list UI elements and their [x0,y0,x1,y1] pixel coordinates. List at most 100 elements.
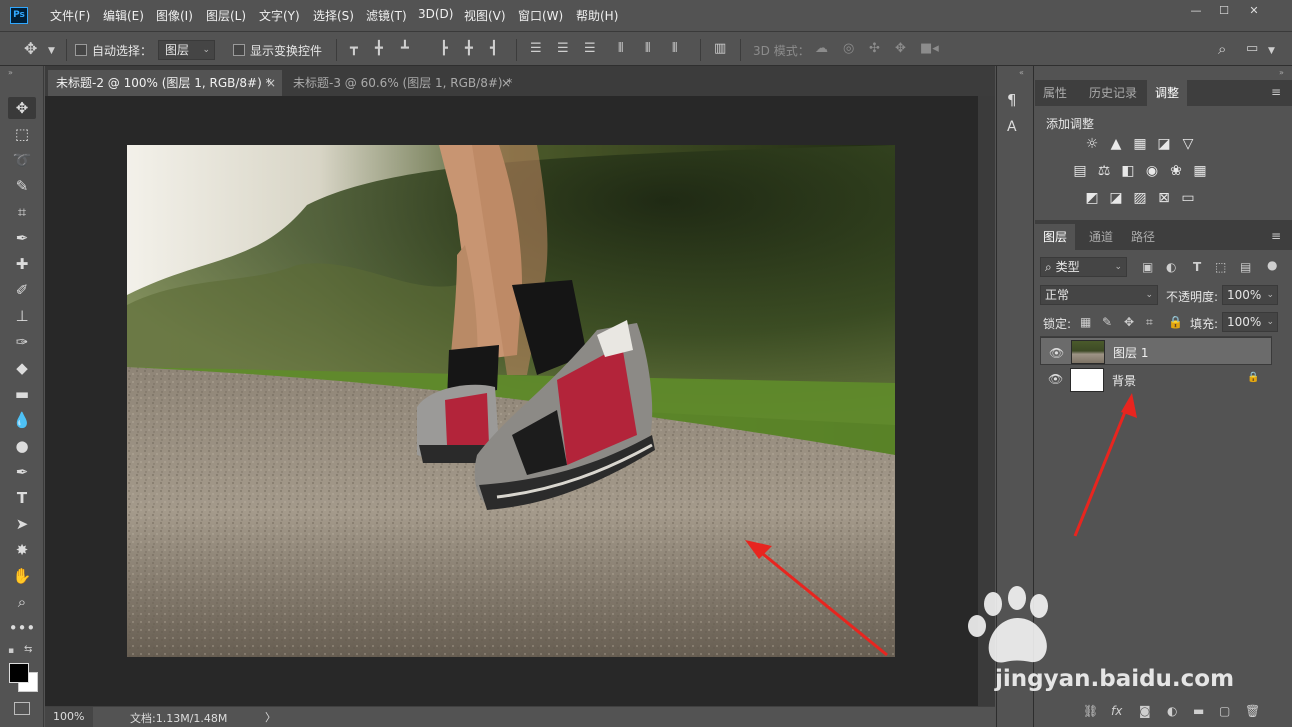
filter-pixel-icon[interactable]: ▣ [1142,260,1153,274]
healing-brush-tool-icon[interactable]: ✚ [8,253,36,275]
document-canvas[interactable] [127,145,895,657]
type-tool-icon[interactable]: T [8,487,36,509]
align-bottom-icon[interactable]: ┻ [401,41,409,57]
tab-layers[interactable]: 图层 [1035,224,1076,250]
layer-filter-kind[interactable]: ⌕ 类型 ⌄ [1040,257,1127,277]
blend-mode-select[interactable]: 正常 ⌄ [1040,285,1158,305]
layer-row-layer1[interactable]: 👁 图层 1 [1040,337,1272,365]
distribute-bottom-icon[interactable]: ☰ [584,41,596,57]
distribute-top-icon[interactable]: ☰ [530,41,542,57]
collapse-icon[interactable]: » [1279,68,1284,77]
distribute-hcenter-icon[interactable]: ⫴ [645,41,650,57]
tab-history[interactable]: 历史记录 [1081,80,1145,106]
close-icon[interactable]: × [501,70,511,96]
menu-layer[interactable]: 图层(L) [206,7,246,24]
delete-layer-icon[interactable]: 🗑 [1245,704,1260,718]
panel-menu-icon[interactable]: ≡ [1271,229,1281,243]
status-menu-arrow[interactable]: 〉 [265,709,276,725]
photo-filter-icon[interactable]: ◉ [1143,163,1161,179]
panel-menu-icon[interactable]: ≡ [1271,85,1281,99]
auto-align-icon[interactable]: ▥ [714,41,726,57]
threshold-icon[interactable]: ▨ [1131,190,1149,206]
crop-tool-icon[interactable]: ⌗ [8,201,36,223]
invert-icon[interactable]: ◩ [1083,190,1101,206]
hue-saturation-icon[interactable]: ▤ [1071,163,1089,179]
lock-all-icon[interactable]: 🔒 [1168,315,1183,329]
align-left-icon[interactable]: ┣ [440,41,448,57]
new-adjustment-icon[interactable]: ◐ [1167,704,1177,718]
3d-scale-icon[interactable]: ■◂ [920,41,939,57]
auto-select-checkbox[interactable] [75,44,87,56]
default-colors-icon[interactable]: ▪ [8,646,14,656]
menu-select[interactable]: 选择(S) [313,7,354,24]
distribute-right-icon[interactable]: ⫴ [672,41,677,57]
path-select-tool-icon[interactable]: ➤ [8,513,36,535]
3d-orbit-icon[interactable]: ☁ [815,41,828,57]
3d-slide-icon[interactable]: ✥ [895,41,906,57]
filter-toggle-icon[interactable]: ● [1267,258,1277,272]
3d-roll-icon[interactable]: ◎ [843,41,854,57]
move-tool-icon[interactable]: ✥ [8,97,36,119]
menu-type[interactable]: 文字(Y) [259,7,300,24]
chevron-down-icon[interactable]: ▼ [48,43,55,59]
selective-color-icon[interactable]: ⊠ [1155,190,1173,206]
fill-input[interactable]: 100% ⌄ [1222,312,1278,332]
align-right-icon[interactable]: ┫ [490,41,498,57]
3d-pan-icon[interactable]: ✣ [869,41,880,57]
zoom-tool-icon[interactable]: ⌕ [8,591,36,613]
eraser-tool-icon[interactable]: ◆ [8,357,36,379]
vibrance-icon[interactable]: ▽ [1179,136,1197,152]
layer-mask-icon[interactable]: ◙ [1139,704,1151,718]
new-layer-icon[interactable]: ▢ [1219,704,1230,718]
tab-adjustments[interactable]: 调整 [1147,80,1188,106]
menu-file[interactable]: 文件(F) [50,7,90,24]
menu-edit[interactable]: 编辑(E) [103,7,144,24]
history-brush-tool-icon[interactable]: ✑ [8,331,36,353]
distribute-vcenter-icon[interactable]: ☰ [557,41,569,57]
color-balance-icon[interactable]: ⚖ [1095,163,1113,179]
more-tools-icon[interactable]: ••• [8,617,36,639]
collapse-icon[interactable]: « [1019,68,1024,77]
tab-channels[interactable]: 通道 [1081,224,1121,250]
quick-select-tool-icon[interactable]: ✎ [8,175,36,197]
show-transform-checkbox[interactable] [233,44,245,56]
brightness-icon[interactable]: ☼ [1083,136,1101,152]
tab-properties[interactable]: 属性 [1035,80,1075,106]
visibility-eye-icon[interactable]: 👁 [1048,372,1063,386]
tab-document-3[interactable]: 未标题-3 @ 60.6% (图层 1, RGB/8#) * × [285,70,517,96]
filter-shape-icon[interactable]: ⬚ [1215,260,1226,274]
workspace-icon[interactable]: ▭ [1246,41,1258,57]
blur-tool-icon[interactable]: 💧 [8,409,36,431]
color-lookup-icon[interactable]: ▦ [1191,163,1209,179]
foreground-color-swatch[interactable] [9,663,29,683]
menu-view[interactable]: 视图(V) [464,7,506,24]
opacity-input[interactable]: 100% ⌄ [1222,285,1278,305]
search-icon[interactable]: ⌕ [1218,41,1226,57]
menu-3d[interactable]: 3D(D) [418,7,453,21]
lock-image-icon[interactable]: ✎ [1102,315,1112,329]
align-top-icon[interactable]: ┳ [350,41,358,57]
distribute-left-icon[interactable]: ⫴ [618,41,623,57]
channel-mixer-icon[interactable]: ❀ [1167,163,1185,179]
exposure-icon[interactable]: ◪ [1155,136,1173,152]
align-hcenter-icon[interactable]: ╋ [465,41,473,57]
character-panel-icon[interactable]: A [1007,119,1017,135]
pen-tool-icon[interactable]: ✒ [8,461,36,483]
tab-paths[interactable]: 路径 [1123,224,1163,250]
gradient-tool-icon[interactable]: ▬ [8,383,36,405]
clone-stamp-tool-icon[interactable]: ⊥ [8,305,36,327]
gradient-map-icon[interactable]: ▭ [1179,190,1197,206]
menu-image[interactable]: 图像(I) [156,7,193,24]
curves-icon[interactable]: ▦ [1131,136,1149,152]
shape-tool-icon[interactable]: ✸ [8,539,36,561]
black-white-icon[interactable]: ◧ [1119,163,1137,179]
layer-style-icon[interactable]: fx [1111,704,1122,718]
lock-artboard-icon[interactable]: ⌗ [1146,315,1153,330]
close-icon[interactable]: × [266,70,276,96]
link-layers-icon[interactable]: ⛓ [1083,704,1098,718]
brush-tool-icon[interactable]: ✐ [8,279,36,301]
filter-type-icon[interactable]: T [1193,260,1201,274]
align-vcenter-icon[interactable]: ╋ [375,41,383,57]
menu-filter[interactable]: 滤镜(T) [366,7,407,24]
lock-transparent-icon[interactable]: ▦ [1080,315,1091,329]
